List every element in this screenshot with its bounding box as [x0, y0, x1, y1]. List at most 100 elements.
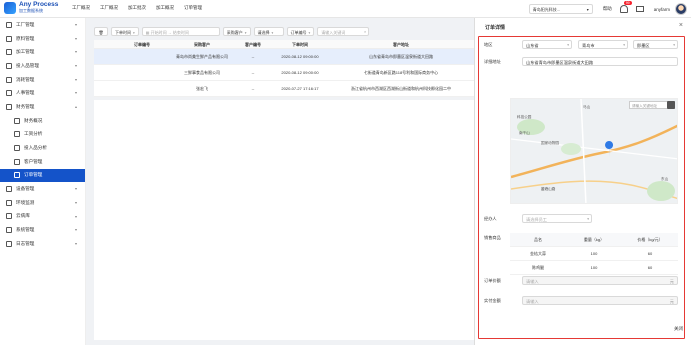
goods-label: 销售商品	[484, 235, 501, 240]
sidebar-item-customers[interactable]: 客户管理	[0, 155, 85, 169]
logo-subtitle: 加工数据系统	[19, 8, 43, 13]
sidebar-item-processing[interactable]: 加工管理 ▾	[0, 45, 85, 59]
table-row[interactable]: 青岛市尚美生鲜产品有限公司 -- 2020-08-12 09:00:00 山东省…	[94, 49, 474, 65]
city-select[interactable]: 青岛市 ▾	[578, 40, 628, 49]
close-icon[interactable]: ×	[679, 22, 683, 29]
environment-icon	[6, 199, 12, 206]
sidebar-item-orders[interactable]: 订单管理	[0, 168, 85, 183]
batch-select[interactable]: 请选择 ▾	[253, 27, 284, 36]
users-icon	[14, 158, 20, 165]
chevron-up-icon: ▴	[74, 104, 77, 110]
close-button[interactable]: 关闭	[674, 326, 683, 332]
map-search-button[interactable]	[667, 101, 675, 109]
order-detail-drawer: 订单详情 × 地区 山东省 ▾ 青岛市 ▾ 即墨区 ▾ 详细地址 山东省青岛市即墨区温…	[474, 18, 691, 345]
chevron-down-icon: ▾	[74, 241, 77, 246]
chart-icon	[14, 145, 20, 152]
paid-input[interactable]: 请输入 元	[522, 296, 678, 305]
notification-button[interactable]: 99	[619, 1, 632, 13]
sidebar-item-finance-overview[interactable]: 财务概况	[0, 114, 85, 128]
document-icon	[14, 131, 20, 138]
goods-row: 陈鸡腿 100 60	[510, 261, 678, 275]
log-icon	[6, 240, 12, 247]
table-row[interactable]: 三鲜事食品有限公司 -- 2020-08-12 09:00:00 七街道青岛新区…	[94, 65, 474, 81]
sidebar-item-environment[interactable]: 环境监测 ▾	[0, 196, 85, 210]
operator-select[interactable]: 请选择员工 ▾	[522, 214, 592, 223]
sidebar-item-inputs-analysis[interactable]: 投入品分析	[0, 141, 85, 155]
trash-icon: 🗑	[98, 30, 104, 35]
bell-icon	[619, 5, 628, 13]
map-view[interactable]: 请输入关键地址 马山 科技公园 国家动物园 南干山 鳌峰山路 东山	[510, 98, 678, 204]
logo-icon	[4, 2, 16, 14]
customer-select[interactable]: 采购客户 ▾	[222, 27, 251, 36]
top-nav: 工厂概况 工厂概况 加工批次 加工概况 订单管理	[72, 5, 212, 11]
map-park-area	[647, 181, 675, 201]
chevron-down-icon: ▾	[74, 35, 77, 41]
finance-icon	[6, 103, 12, 110]
chevron-down-icon: ▾	[244, 31, 247, 35]
user-icon	[6, 90, 12, 97]
amount-input[interactable]: 请输入 元	[522, 276, 678, 285]
delete-button[interactable]: 🗑	[94, 27, 108, 36]
chevron-down-icon: ▾	[271, 31, 274, 35]
settings-icon	[6, 227, 12, 234]
time-type-select[interactable]: 下单时间 ▾	[111, 27, 139, 36]
sidebar: 工厂管理 ▾ 原料管理 ▾ 加工管理 ▾ 投入品管理 ▾ 消耗管理 ▾ 人事管理 ▾ 财务管…	[0, 18, 86, 345]
user-name[interactable]: anyfarm	[654, 7, 670, 12]
sidebar-item-consumption[interactable]: 消耗管理 ▾	[0, 73, 85, 87]
top-nav-item[interactable]: 工厂概况	[100, 5, 118, 11]
order-no-select[interactable]: 订单编号 ▾	[286, 27, 315, 36]
top-nav-item[interactable]: 订单管理	[184, 5, 202, 11]
sidebar-item-hr[interactable]: 人事管理 ▾	[0, 86, 85, 100]
sidebar-item-material[interactable]: 原料管理 ▾	[0, 32, 85, 46]
sidebar-item-logs[interactable]: 日志管理 ▾	[0, 237, 85, 251]
chevron-down-icon: ▾	[74, 22, 77, 27]
sidebar-item-salary-analysis[interactable]: 工资分析	[0, 128, 85, 142]
goods-table-header: 品名 重量（kg） 价格（kg/元）	[510, 233, 678, 247]
table-background	[94, 100, 474, 340]
top-nav-item[interactable]: 加工概况	[156, 5, 174, 11]
date-range-picker[interactable]: ▦ 开始时间 → 结束时间	[141, 27, 220, 36]
address-label: 详细地址	[484, 59, 501, 64]
filter-toolbar: 🗑 下单时间 ▾ ▦ 开始时间 → 结束时间 采购客户 ▾ 请选择 ▾ 订单编号 ▾ 请…	[94, 27, 372, 36]
district-select[interactable]: 即墨区 ▾	[633, 40, 678, 49]
mail-icon[interactable]	[635, 6, 644, 12]
sidebar-item-factory[interactable]: 工厂管理 ▾	[0, 18, 85, 32]
goods-table: 品名 重量（kg） 价格（kg/元） 金桔大蒜 100 60 陈鸡腿 100 6…	[510, 233, 678, 275]
chevron-down-icon: ▾	[133, 31, 135, 35]
app-logo[interactable]: Any Process 加工数据系统	[4, 1, 58, 14]
sidebar-item-disease-db[interactable]: 云病库 ▾	[0, 210, 85, 224]
table-header: 订单编号 采购客户 客户编号 下单时间 客户地址	[94, 40, 474, 49]
consumption-icon	[6, 76, 12, 83]
cloud-icon	[6, 213, 12, 220]
paid-label: 实付金额	[484, 298, 501, 303]
processing-icon	[6, 49, 12, 56]
drawer-title: 订单详情	[485, 25, 506, 31]
avatar[interactable]	[675, 3, 687, 15]
chevron-down-icon: ▾	[74, 186, 77, 192]
amount-label: 订单价额	[484, 278, 501, 283]
sidebar-item-finance[interactable]: 财务管理 ▴	[0, 100, 85, 114]
notification-badge: 99	[623, 1, 632, 5]
map-graphic	[511, 99, 677, 203]
chevron-down-icon: ▾	[567, 43, 569, 47]
table-row[interactable]: 张宏飞 -- 2020-07-27 17:16:17 浙江省杭州市西湖区西湖街山…	[94, 81, 474, 97]
orders-table: 订单编号 采购客户 客户编号 下单时间 客户地址 青岛市尚美生鲜产品有限公司 -…	[94, 40, 474, 97]
sidebar-item-equipment[interactable]: 设备管理 ▾	[0, 182, 85, 196]
sidebar-item-system[interactable]: 系统管理 ▾	[0, 223, 85, 237]
search-input[interactable]: 请输入关键词 ⌕	[317, 27, 370, 36]
chevron-down-icon: ▾	[74, 63, 77, 69]
map-park-area	[561, 143, 581, 155]
top-nav-item[interactable]: 加工批次	[128, 5, 146, 11]
factory-select[interactable]: 青岛阳光科技... ▾	[528, 4, 593, 14]
goods-row: 金桔大蒜 100 60	[510, 247, 678, 261]
sidebar-item-inputs[interactable]: 投入品管理 ▾	[0, 59, 85, 73]
help-link[interactable]: 帮助	[603, 6, 612, 12]
equipment-icon	[6, 186, 12, 193]
province-select[interactable]: 山东省 ▾	[522, 40, 572, 49]
factory-icon	[6, 21, 12, 28]
chevron-down-icon: ▾	[74, 199, 77, 205]
address-input[interactable]: 山东省青岛市即墨区温泉街道大田路	[522, 57, 678, 66]
top-nav-item[interactable]: 工厂概况	[72, 5, 90, 11]
document-icon	[14, 117, 20, 124]
material-icon	[6, 35, 12, 42]
